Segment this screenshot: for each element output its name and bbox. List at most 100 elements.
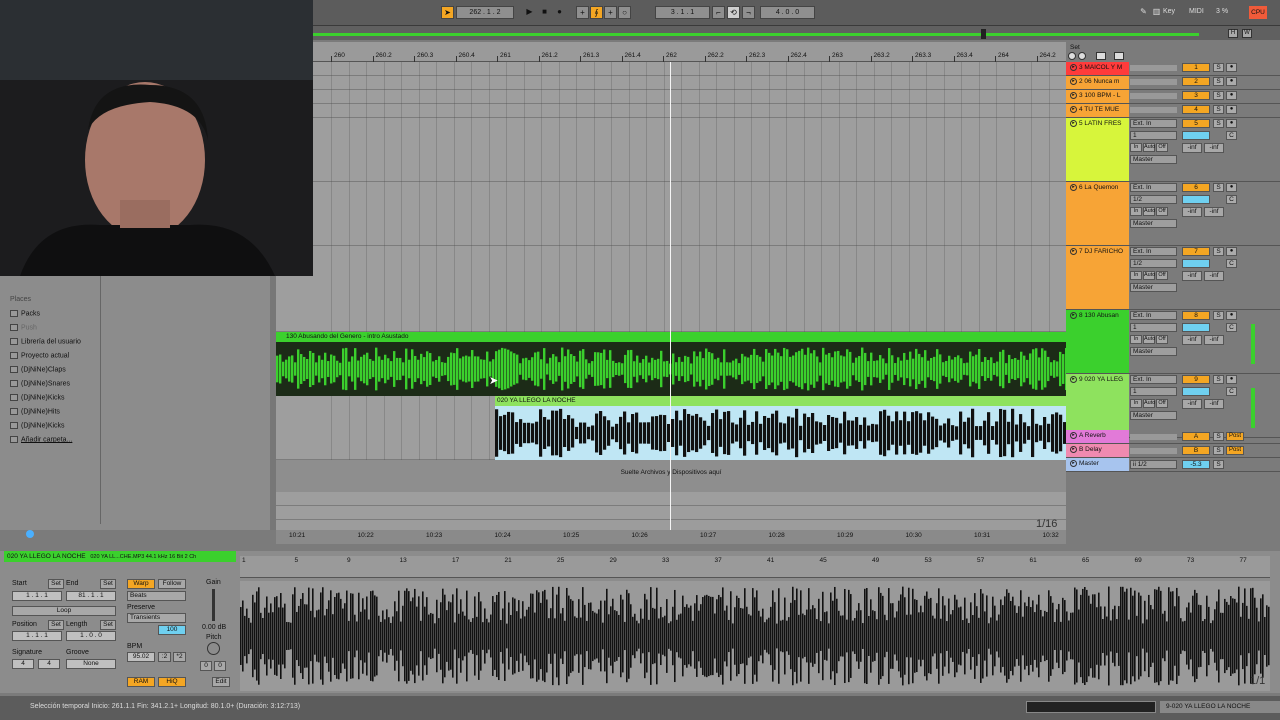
- automation-arm-button[interactable]: ∮: [590, 6, 603, 19]
- hide-overview-button[interactable]: H: [1228, 29, 1238, 38]
- volume-value[interactable]: -inf: [1182, 143, 1202, 153]
- nav-forward-icon[interactable]: [1078, 52, 1086, 60]
- solo-button[interactable]: S: [1213, 460, 1224, 469]
- drop-zone[interactable]: Suelte Archivos y Dispositivos aquí: [276, 460, 1066, 492]
- track-name-cell[interactable]: ▸ 3 100 BPM - L: [1066, 90, 1129, 103]
- send-value[interactable]: -inf: [1204, 335, 1224, 345]
- monitor-off-button[interactable]: Off: [1156, 271, 1168, 280]
- solo-button[interactable]: S: [1213, 91, 1224, 100]
- position-value[interactable]: 1 . 1 . 1: [12, 631, 62, 641]
- pan-value[interactable]: [1182, 387, 1210, 396]
- return-track-header[interactable]: ▸ Master ii 1/2 -5.3 S: [1066, 458, 1280, 472]
- track-activator[interactable]: 8: [1182, 311, 1210, 320]
- monitor-auto-button[interactable]: Auto: [1143, 399, 1155, 408]
- set-position-button[interactable]: Set: [48, 620, 64, 630]
- midi-map-button[interactable]: MIDI: [1189, 8, 1204, 15]
- pan-value[interactable]: [1182, 323, 1210, 332]
- master-volume[interactable]: -5.3: [1182, 460, 1210, 469]
- track-header[interactable]: ▸ 3 MAICOL Y M 1 S ●: [1066, 62, 1280, 76]
- solo-button[interactable]: S: [1213, 63, 1224, 72]
- track-header[interactable]: ▸ 7 DJ FARICHO 7 S ● Ext. In 1/2 In Auto Off Maste…: [1066, 246, 1280, 310]
- volume-value[interactable]: -inf: [1182, 399, 1202, 409]
- clip-ruler[interactable]: 1 5 9 13 17 21 25 29 33 37 41 45 49 53 57 61 65 69 73 77: [240, 556, 1270, 578]
- input-channel-select[interactable]: 1: [1130, 387, 1177, 396]
- monitor-in-button[interactable]: In: [1130, 271, 1142, 280]
- monitor-auto-button[interactable]: Auto: [1143, 335, 1155, 344]
- clip-waveform-editor[interactable]: [240, 581, 1270, 691]
- set-start-button[interactable]: Set: [48, 579, 64, 589]
- fold-arrow-icon[interactable]: ▸: [1070, 446, 1077, 453]
- bpm-value[interactable]: 95.02: [127, 652, 155, 662]
- arm-button[interactable]: ●: [1226, 375, 1237, 384]
- nav-back-icon[interactable]: [1068, 52, 1076, 60]
- input-type-select[interactable]: Ext. In: [1130, 247, 1177, 256]
- overdub-button[interactable]: +: [576, 6, 589, 19]
- arm-button[interactable]: ●: [1226, 247, 1237, 256]
- track-activator[interactable]: 4: [1182, 105, 1210, 114]
- pitch-knob[interactable]: [207, 642, 220, 655]
- audio-clip-ya-llego-la-noche[interactable]: 020 YA LLEGO LA NOCHE: [495, 396, 1066, 460]
- audio-to-select[interactable]: Master: [1130, 411, 1177, 420]
- solo-button[interactable]: S: [1213, 105, 1224, 114]
- overview-position-bar[interactable]: [313, 33, 1199, 36]
- track-activator[interactable]: 2: [1182, 77, 1210, 86]
- pan-value[interactable]: [1182, 131, 1210, 140]
- return-track-header[interactable]: ▸ A Reverb A S Post: [1066, 430, 1280, 444]
- monitor-in-button[interactable]: In: [1130, 207, 1142, 216]
- track-name-cell[interactable]: ▸ 5 LATIN FRES: [1066, 118, 1129, 181]
- browser-place-item[interactable]: Packs: [10, 310, 40, 317]
- pan-center[interactable]: C: [1226, 131, 1237, 140]
- signature-denominator[interactable]: 4: [38, 659, 60, 669]
- signature-numerator[interactable]: 4: [12, 659, 34, 669]
- monitor-off-button[interactable]: Off: [1156, 207, 1168, 216]
- browser-place-item[interactable]: (DjNiNe)Kicks: [10, 422, 65, 429]
- pan-value[interactable]: [1182, 195, 1210, 204]
- send-value[interactable]: -inf: [1204, 399, 1224, 409]
- track-name-cell[interactable]: ▸ 9 020 YA LLEG: [1066, 374, 1129, 437]
- input-channel-select[interactable]: 1: [1130, 323, 1177, 332]
- audio-to-select[interactable]: Master: [1130, 283, 1177, 292]
- pan-center[interactable]: C: [1226, 195, 1237, 204]
- pan-center[interactable]: C: [1226, 387, 1237, 396]
- arm-button[interactable]: ●: [1226, 105, 1237, 114]
- return-activator[interactable]: A: [1182, 432, 1210, 441]
- preserve-select[interactable]: Transients: [127, 613, 186, 623]
- grain-value[interactable]: 100: [158, 625, 186, 635]
- time-axis[interactable]: 10:21 10:22 10:23 10:24 10:25 10:26 10:27 10:28…: [276, 530, 1066, 544]
- browser-place-item[interactable]: (DjNiNe)Kicks: [10, 394, 65, 401]
- pan-center[interactable]: C: [1226, 259, 1237, 268]
- double-tempo-button[interactable]: *2: [173, 652, 186, 662]
- input-type-select[interactable]: Ext. In: [1130, 311, 1177, 320]
- fold-arrow-icon[interactable]: ▸: [1070, 432, 1077, 439]
- ram-button[interactable]: RAM: [127, 677, 155, 687]
- io-toggle-icon[interactable]: [1096, 52, 1106, 60]
- end-value[interactable]: 81 . 1 . 1: [66, 591, 116, 601]
- solo-button[interactable]: S: [1213, 247, 1224, 256]
- wrap-button[interactable]: W: [1242, 29, 1252, 38]
- arm-button[interactable]: ●: [1226, 63, 1237, 72]
- solo-button[interactable]: S: [1213, 446, 1224, 455]
- monitor-off-button[interactable]: Off: [1156, 399, 1168, 408]
- fold-arrow-icon[interactable]: ▸: [1070, 78, 1077, 85]
- track-name-cell[interactable]: ▸ 7 DJ FARICHO: [1066, 246, 1129, 309]
- pre-post-button[interactable]: Post: [1226, 432, 1244, 441]
- track-name-cell[interactable]: ▸ 6 La Quemon: [1066, 182, 1129, 245]
- arm-button[interactable]: ●: [1226, 77, 1237, 86]
- set-end-button[interactable]: Set: [100, 579, 116, 589]
- track-volume-slider[interactable]: [1130, 65, 1177, 71]
- solo-button[interactable]: S: [1213, 432, 1224, 441]
- track-lane[interactable]: [276, 62, 1066, 76]
- input-channel-select[interactable]: 1: [1130, 131, 1177, 140]
- set-length-button[interactable]: Set: [100, 620, 116, 630]
- sends-toggle-icon[interactable]: [1114, 52, 1124, 60]
- gain-slider[interactable]: [212, 589, 215, 621]
- return-track-header[interactable]: ▸ B Delay B S Post: [1066, 444, 1280, 458]
- track-header[interactable]: ▸ 8 130 Abusan 8 S ● Ext. In 1 In Auto Off Master C…: [1066, 310, 1280, 374]
- return-volume-slider[interactable]: [1130, 448, 1177, 454]
- fold-arrow-icon[interactable]: ▸: [1070, 376, 1077, 383]
- browser-place-item[interactable]: (DjNiNe)Hits: [10, 408, 60, 415]
- back-to-arrangement-button[interactable]: +: [604, 6, 617, 19]
- send-value[interactable]: -inf: [1204, 271, 1224, 281]
- return-volume-slider[interactable]: [1130, 434, 1177, 440]
- send-value[interactable]: -inf: [1204, 143, 1224, 153]
